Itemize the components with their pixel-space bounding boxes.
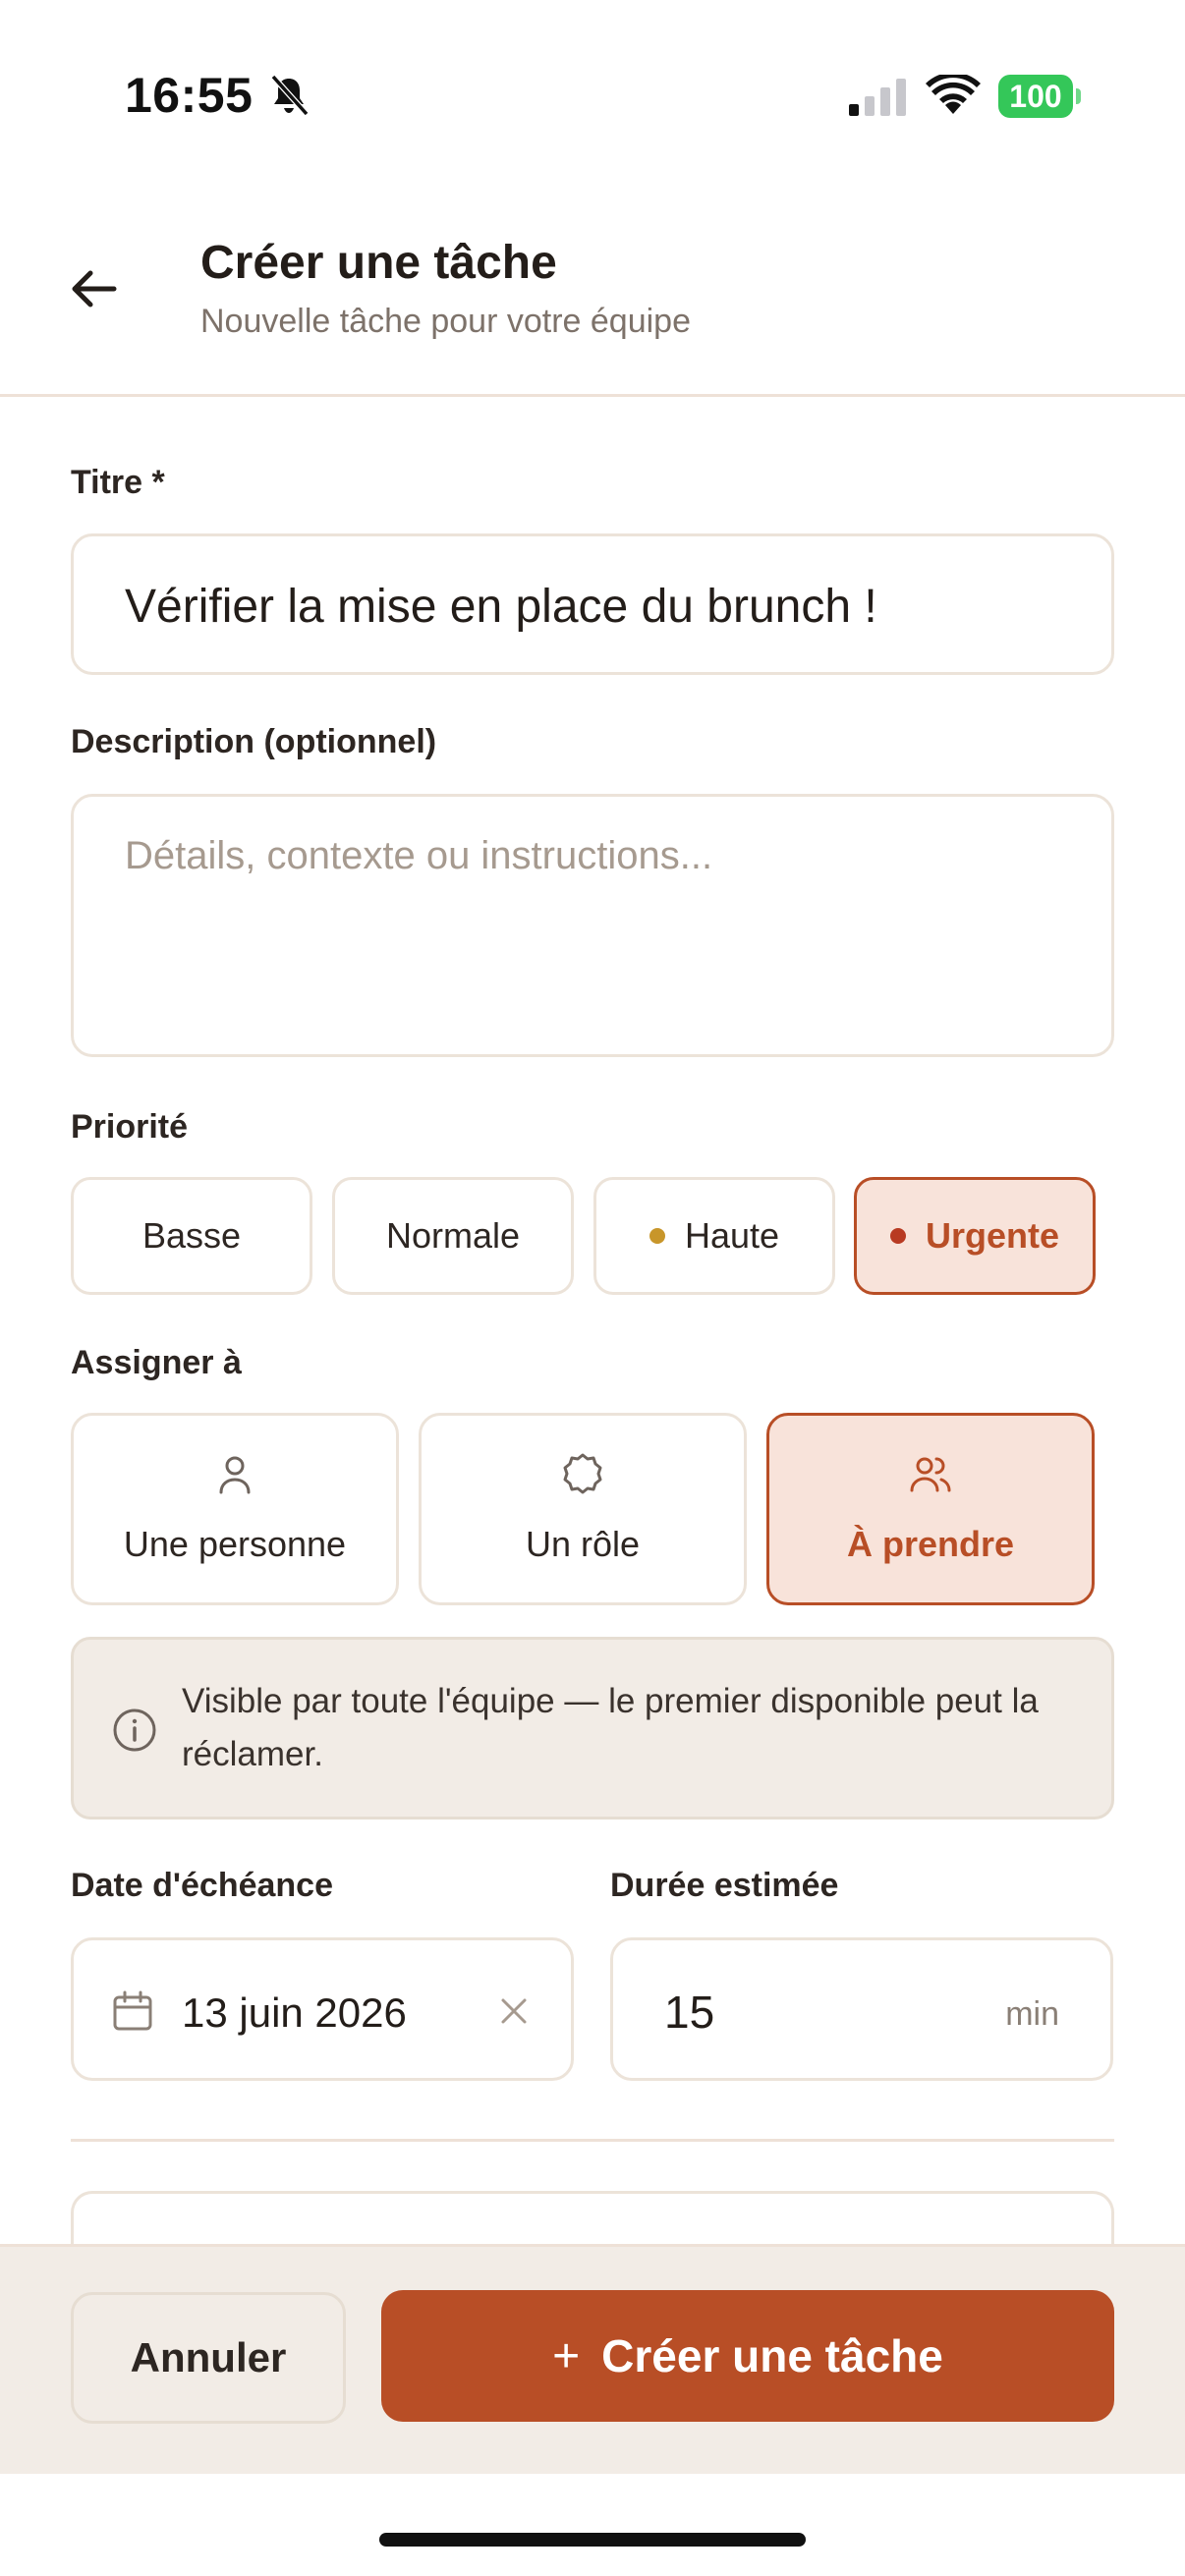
action-footer: Annuler + Créer une tâche	[0, 2244, 1185, 2474]
assign-option-open[interactable]: À prendre	[766, 1413, 1095, 1605]
title-label: Titre *	[71, 464, 165, 501]
duration-label: Durée estimée	[610, 1867, 839, 1904]
user-icon	[219, 1456, 251, 1494]
role-badge-icon	[563, 1453, 602, 1494]
battery-indicator: 100	[998, 75, 1081, 118]
page-subtitle: Nouvelle tâche pour votre équipe	[200, 303, 691, 340]
assign-label: Assigner à	[71, 1344, 242, 1381]
due-date-label: Date d'échéance	[71, 1867, 333, 1904]
plus-icon: +	[552, 2329, 581, 2382]
priority-chip-normale[interactable]: Normale	[332, 1177, 574, 1295]
status-time: 16:55	[125, 68, 254, 123]
priority-chip-label: Normale	[385, 1215, 521, 1256]
info-banner: Visible par toute l'équipe — le premier …	[71, 1637, 1114, 1820]
home-indicator[interactable]	[379, 2533, 806, 2547]
priority-chip-label: Basse	[141, 1215, 242, 1256]
battery-level: 100	[998, 75, 1073, 118]
priority-dot-icon	[649, 1228, 665, 1244]
users-icon	[910, 1457, 951, 1492]
priority-chip-haute[interactable]: Haute	[593, 1177, 835, 1295]
priority-chip-label: Urgente	[925, 1215, 1060, 1256]
due-date-value: 13 juin 2026	[182, 1989, 407, 2036]
description-label: Description (optionnel)	[71, 723, 437, 760]
description-textarea[interactable]: Détails, contexte ou instructions...	[71, 794, 1114, 1057]
page-header: Créer une tâche Nouvelle tâche pour votr…	[0, 187, 1185, 397]
back-arrow-icon[interactable]	[67, 261, 122, 316]
wifi-icon	[926, 75, 981, 114]
calendar-icon	[113, 1990, 152, 2031]
assign-option-role[interactable]: Un rôle	[419, 1413, 747, 1605]
assign-option-label: Une personne	[123, 1524, 347, 1564]
title-input-value: Vérifier la mise en place du brunch !	[125, 581, 877, 633]
status-bar: 16:55 100	[0, 0, 1185, 187]
bell-muted-icon	[270, 74, 310, 117]
priority-chip-urgente[interactable]: Urgente	[854, 1177, 1096, 1295]
assign-option-label: À prendre	[846, 1524, 1015, 1564]
priority-label: Priorité	[71, 1108, 189, 1146]
description-placeholder: Détails, contexte ou instructions...	[125, 834, 713, 877]
info-text: Visible par toute l'équipe — le premier …	[182, 1682, 1039, 1773]
cancel-button[interactable]: Annuler	[71, 2292, 346, 2424]
info-icon	[113, 1708, 156, 1752]
priority-chip-basse[interactable]: Basse	[71, 1177, 312, 1295]
due-date-field[interactable]: 13 juin 2026	[71, 1937, 574, 2081]
assign-option-label: Un rôle	[525, 1524, 641, 1564]
duration-value: 15	[664, 1987, 715, 2038]
duration-unit: min	[1005, 1995, 1059, 2033]
cancel-button-label: Annuler	[130, 2334, 287, 2380]
duration-input[interactable]: 15 min	[610, 1937, 1113, 2081]
priority-dot-icon	[889, 1228, 906, 1244]
section-divider	[71, 2139, 1114, 2142]
title-input[interactable]: Vérifier la mise en place du brunch !	[71, 533, 1114, 675]
clear-date-icon[interactable]	[498, 1995, 530, 2027]
cellular-signal-icon	[849, 79, 906, 116]
assign-option-person[interactable]: Une personne	[71, 1413, 399, 1605]
create-task-button-label: Créer une tâche	[601, 2330, 943, 2381]
priority-chip-label: Haute	[684, 1215, 780, 1256]
battery-nub	[1076, 88, 1081, 104]
page-title: Créer une tâche	[200, 237, 557, 289]
create-task-button[interactable]: + Créer une tâche	[381, 2290, 1114, 2422]
